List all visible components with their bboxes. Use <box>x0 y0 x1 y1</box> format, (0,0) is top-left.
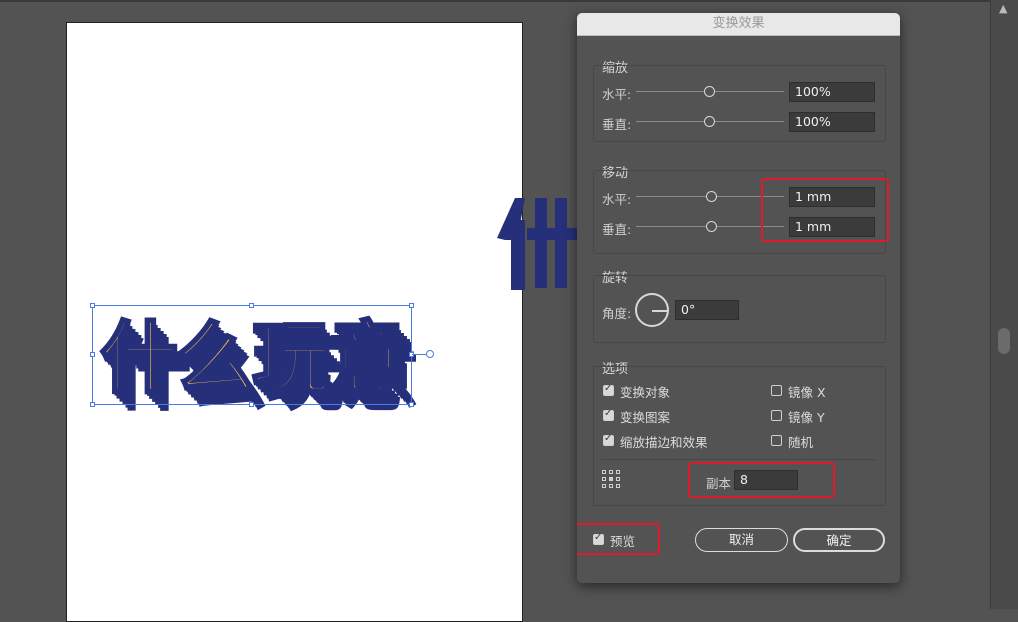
random-checkbox[interactable] <box>771 435 782 446</box>
scale-horizontal-input[interactable]: 100% <box>789 82 875 102</box>
scale-vertical-knob[interactable] <box>704 116 715 127</box>
resize-handle[interactable] <box>249 402 254 407</box>
rotation-handle[interactable] <box>426 350 434 358</box>
transform-patterns-checkbox[interactable] <box>603 408 614 421</box>
move-horizontal-knob[interactable] <box>706 191 717 202</box>
resize-handle[interactable] <box>409 303 414 308</box>
options-divider <box>601 459 876 460</box>
reflect-y-checkbox[interactable] <box>771 410 782 421</box>
scale-strokes-checkbox[interactable] <box>603 433 614 446</box>
scale-strokes-label: 缩放描边和效果 <box>620 435 708 450</box>
transform-effect-dialog: 变换效果 缩放 水平: 100% 垂直: 100% 移动 水平: 1 mm 垂直… <box>577 13 900 583</box>
ok-button[interactable]: 确定 <box>793 528 885 552</box>
reflect-x-label: 镜像 X <box>788 385 826 400</box>
transform-objects-label: 变换对象 <box>620 385 671 400</box>
scroll-up-icon[interactable]: ▲ <box>999 2 1007 15</box>
angle-label: 角度: <box>602 306 632 321</box>
reflect-y-label: 镜像 Y <box>788 410 825 425</box>
move-vertical-label: 垂直: <box>602 222 632 237</box>
copies-highlight-box <box>688 462 835 498</box>
transform-objects-checkbox[interactable] <box>603 383 614 396</box>
rotation-line <box>412 354 426 355</box>
scale-horizontal-label: 水平: <box>602 87 632 102</box>
dialog-title: 变换效果 <box>577 13 900 36</box>
transform-patterns-label: 变换图案 <box>620 410 671 425</box>
resize-handle[interactable] <box>409 402 414 407</box>
scale-horizontal-knob[interactable] <box>704 86 715 97</box>
artwork-fragment <box>497 198 577 290</box>
scale-vertical-input[interactable]: 100% <box>789 112 875 132</box>
resize-handle[interactable] <box>90 303 95 308</box>
cancel-button[interactable]: 取消 <box>695 528 788 552</box>
vertical-scrollbar[interactable]: ▲ <box>990 0 1018 609</box>
reference-point-icon[interactable] <box>602 470 620 488</box>
selection-bounding-box <box>92 305 412 405</box>
reflect-x-checkbox[interactable] <box>771 385 782 396</box>
scale-vertical-label: 垂直: <box>602 117 632 132</box>
angle-input[interactable]: 0° <box>675 300 739 320</box>
move-highlight-box <box>761 178 889 242</box>
scroll-handle[interactable] <box>998 328 1010 354</box>
move-vertical-knob[interactable] <box>706 221 717 232</box>
resize-handle[interactable] <box>249 303 254 308</box>
angle-dial-icon[interactable] <box>635 293 669 327</box>
preview-highlight-box <box>577 523 660 555</box>
random-label: 随机 <box>788 435 814 450</box>
move-horizontal-label: 水平: <box>602 192 632 207</box>
resize-handle[interactable] <box>90 352 95 357</box>
resize-handle[interactable] <box>90 402 95 407</box>
